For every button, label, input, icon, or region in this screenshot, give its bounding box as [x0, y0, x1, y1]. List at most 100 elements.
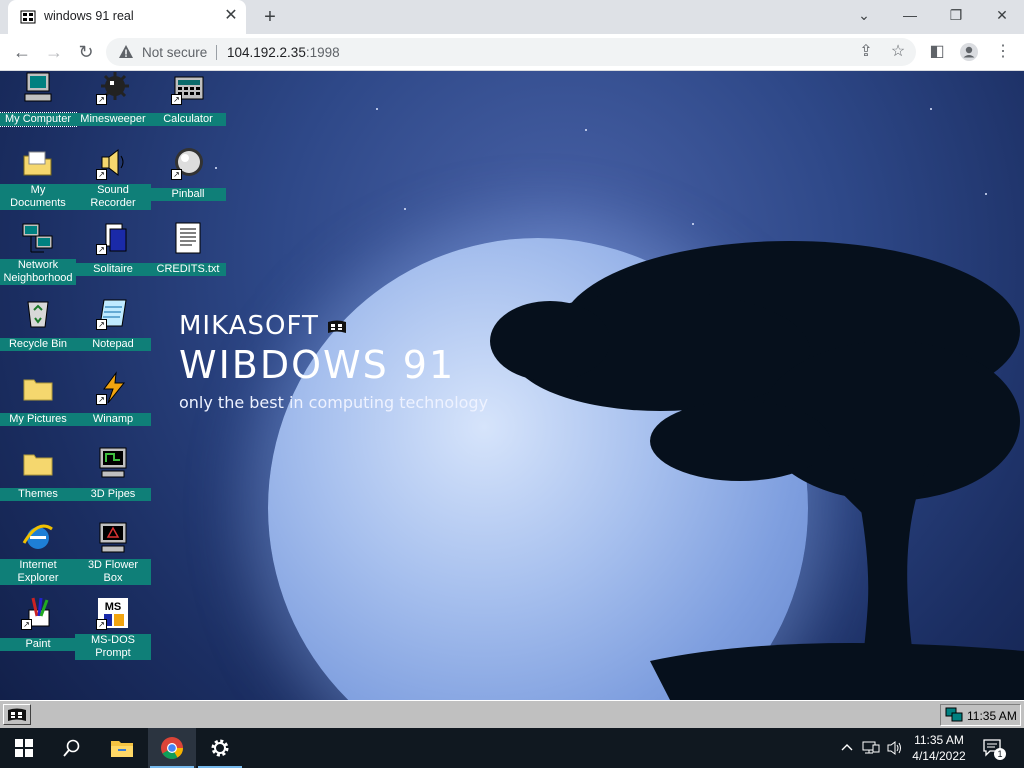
tab-close-icon[interactable]: ✕ [222, 7, 240, 25]
network-icon[interactable] [862, 740, 880, 756]
tab-search-icon[interactable]: ⌄ [842, 4, 886, 26]
desktop-icon-internet-explorer[interactable]: Internet Explorer [0, 521, 76, 586]
desktop-icon-pinball[interactable]: ↗ Pinball [150, 146, 226, 202]
back-button[interactable]: ← [10, 41, 34, 63]
desktop-icon-ms-dos-prompt[interactable]: MS ↗ MS-DOS Prompt [75, 596, 151, 661]
taskbar-date: 4/14/2022 [912, 749, 966, 763]
url-host: 104.192.2.35 [227, 45, 306, 60]
icon-label: Recycle Bin [0, 338, 76, 351]
win91-clock[interactable]: 11:35 AM [967, 709, 1017, 723]
not-secure-label[interactable]: Not secure [142, 45, 207, 60]
shortcut-arrow-icon: ↗ [21, 619, 32, 630]
desktop-icon-credits-txt[interactable]: CREDITS.txt [150, 221, 226, 277]
warning-icon[interactable] [118, 44, 134, 60]
desktop-icon-calculator[interactable]: ↗ Calculator [150, 71, 226, 127]
close-window-button[interactable]: ✕ [980, 4, 1024, 26]
desktop-icon-network-neighborhood[interactable]: Network Neighborhood [0, 221, 76, 286]
shortcut-arrow-icon: ↗ [96, 319, 107, 330]
star [930, 108, 932, 110]
star [376, 108, 378, 110]
gear-icon [211, 739, 229, 757]
desktop-icon-sound-recorder[interactable]: ↗ Sound Recorder [75, 146, 151, 211]
desktop-icon-my-pictures[interactable]: My Pictures [0, 371, 76, 427]
share-icon[interactable]: ⇪ [855, 41, 877, 63]
svg-text:MS: MS [105, 601, 122, 613]
win91-taskbar: 11:35 AM [0, 700, 1024, 728]
desktop-icon-my-documents[interactable]: My Documents [0, 146, 76, 211]
notification-count-badge: 1 [994, 748, 1006, 760]
brand-tagline: only the best in computing technology [179, 393, 489, 412]
address-bar[interactable]: Not secure 104.192.2.35:1998 [106, 38, 916, 66]
desktop-icon-notepad[interactable]: ↗ Notepad [75, 296, 151, 352]
icon-label: 3D Flower Box [75, 559, 151, 585]
win91-logo-icon [8, 708, 26, 721]
side-panel-icon[interactable]: ◧ [926, 41, 948, 63]
taskbar-chrome[interactable] [148, 728, 196, 768]
url-port: :1998 [305, 45, 340, 60]
wibdows-branding: MIKASOFT WIBDOWS 91 only the best in com… [179, 311, 488, 412]
icon-label: MS-DOS Prompt [75, 634, 151, 660]
browser-tab[interactable]: windows 91 real ✕ [8, 0, 246, 34]
taskbar-search-button[interactable] [48, 728, 96, 768]
recycle-bin-icon [27, 301, 49, 328]
taskbar-clock[interactable]: 11:35 AM 4/14/2022 [904, 732, 974, 764]
menu-kebab-icon[interactable]: ⋮ [992, 41, 1014, 63]
chrome-icon [161, 737, 183, 759]
volume-icon[interactable] [886, 740, 904, 756]
desktop-icon-recycle-bin[interactable]: Recycle Bin [0, 296, 76, 352]
tab-title: windows 91 real [44, 9, 134, 23]
network-tray-icon[interactable] [945, 707, 963, 723]
desktop-icon-my-computer[interactable]: My Computer [0, 71, 77, 127]
taskbar-time: 11:35 AM [914, 733, 964, 747]
folder-icon [23, 454, 53, 476]
omnibox-divider [216, 45, 217, 60]
windows-logo-icon [15, 739, 33, 757]
bookmark-star-icon[interactable]: ☆ [887, 41, 909, 63]
taskbar-file-explorer[interactable] [98, 728, 146, 768]
icon-label: CREDITS.txt [150, 263, 226, 276]
icon-label: My Pictures [0, 413, 76, 426]
tree-silhouette [490, 241, 1024, 700]
new-tab-button[interactable]: + [258, 6, 282, 28]
win91-favicon-icon [20, 10, 36, 24]
icon-label: Paint [0, 638, 76, 651]
win91-logo-icon [327, 320, 346, 333]
star [585, 129, 587, 131]
desktop-icon-3d-flower-box[interactable]: 3D Flower Box [75, 521, 151, 586]
restore-button[interactable]: ❐ [934, 4, 978, 26]
star [404, 208, 406, 210]
computer-icon [24, 72, 52, 102]
action-center-button[interactable]: 1 [980, 736, 1006, 762]
shortcut-arrow-icon: ↗ [96, 394, 107, 405]
url-text[interactable]: 104.192.2.35:1998 [227, 45, 340, 60]
minimize-button[interactable]: — [888, 4, 932, 26]
taskbar-settings[interactable] [196, 728, 244, 768]
profile-avatar-icon[interactable] [958, 41, 980, 63]
win91-desktop[interactable]: MIKASOFT WIBDOWS 91 only the best in com… [0, 71, 1024, 700]
reload-button[interactable]: ↻ [74, 41, 98, 63]
folder-open-icon [23, 151, 52, 176]
icon-label: Themes [0, 488, 76, 501]
forward-button[interactable]: → [42, 41, 66, 63]
icon-label: Pinball [150, 188, 226, 201]
desktop-icon-3d-pipes[interactable]: 3D Pipes [75, 446, 151, 502]
brand-company: MIKASOFT [179, 311, 319, 341]
desktop-icon-winamp[interactable]: ↗ Winamp [75, 371, 151, 427]
shortcut-arrow-icon: ↗ [96, 169, 107, 180]
chevron-up-icon[interactable] [840, 741, 854, 755]
screensaver-icon [99, 447, 127, 478]
desktop-icon-minesweeper[interactable]: ↗ Minesweeper [75, 71, 151, 127]
icon-label: 3D Pipes [75, 488, 151, 501]
shortcut-arrow-icon: ↗ [96, 94, 107, 105]
star [985, 193, 987, 195]
desktop-icon-paint[interactable]: ↗ Paint [0, 596, 76, 652]
icon-label: My Documents [0, 184, 76, 210]
desktop-icon-themes[interactable]: Themes [0, 446, 76, 502]
desktop-icon-solitaire[interactable]: ↗ Solitaire [75, 221, 151, 277]
tab-strip: windows 91 real ✕ + ⌄ — ❐ ✕ [0, 0, 1024, 34]
shortcut-arrow-icon: ↗ [96, 244, 107, 255]
windows-start-button[interactable] [0, 728, 48, 768]
browser-toolbar: ← → ↻ Not secure 104.192.2.35:1998 ⇪ ☆ ◧… [0, 34, 1024, 71]
win91-start-button[interactable] [3, 704, 31, 725]
file-explorer-icon [111, 741, 133, 757]
